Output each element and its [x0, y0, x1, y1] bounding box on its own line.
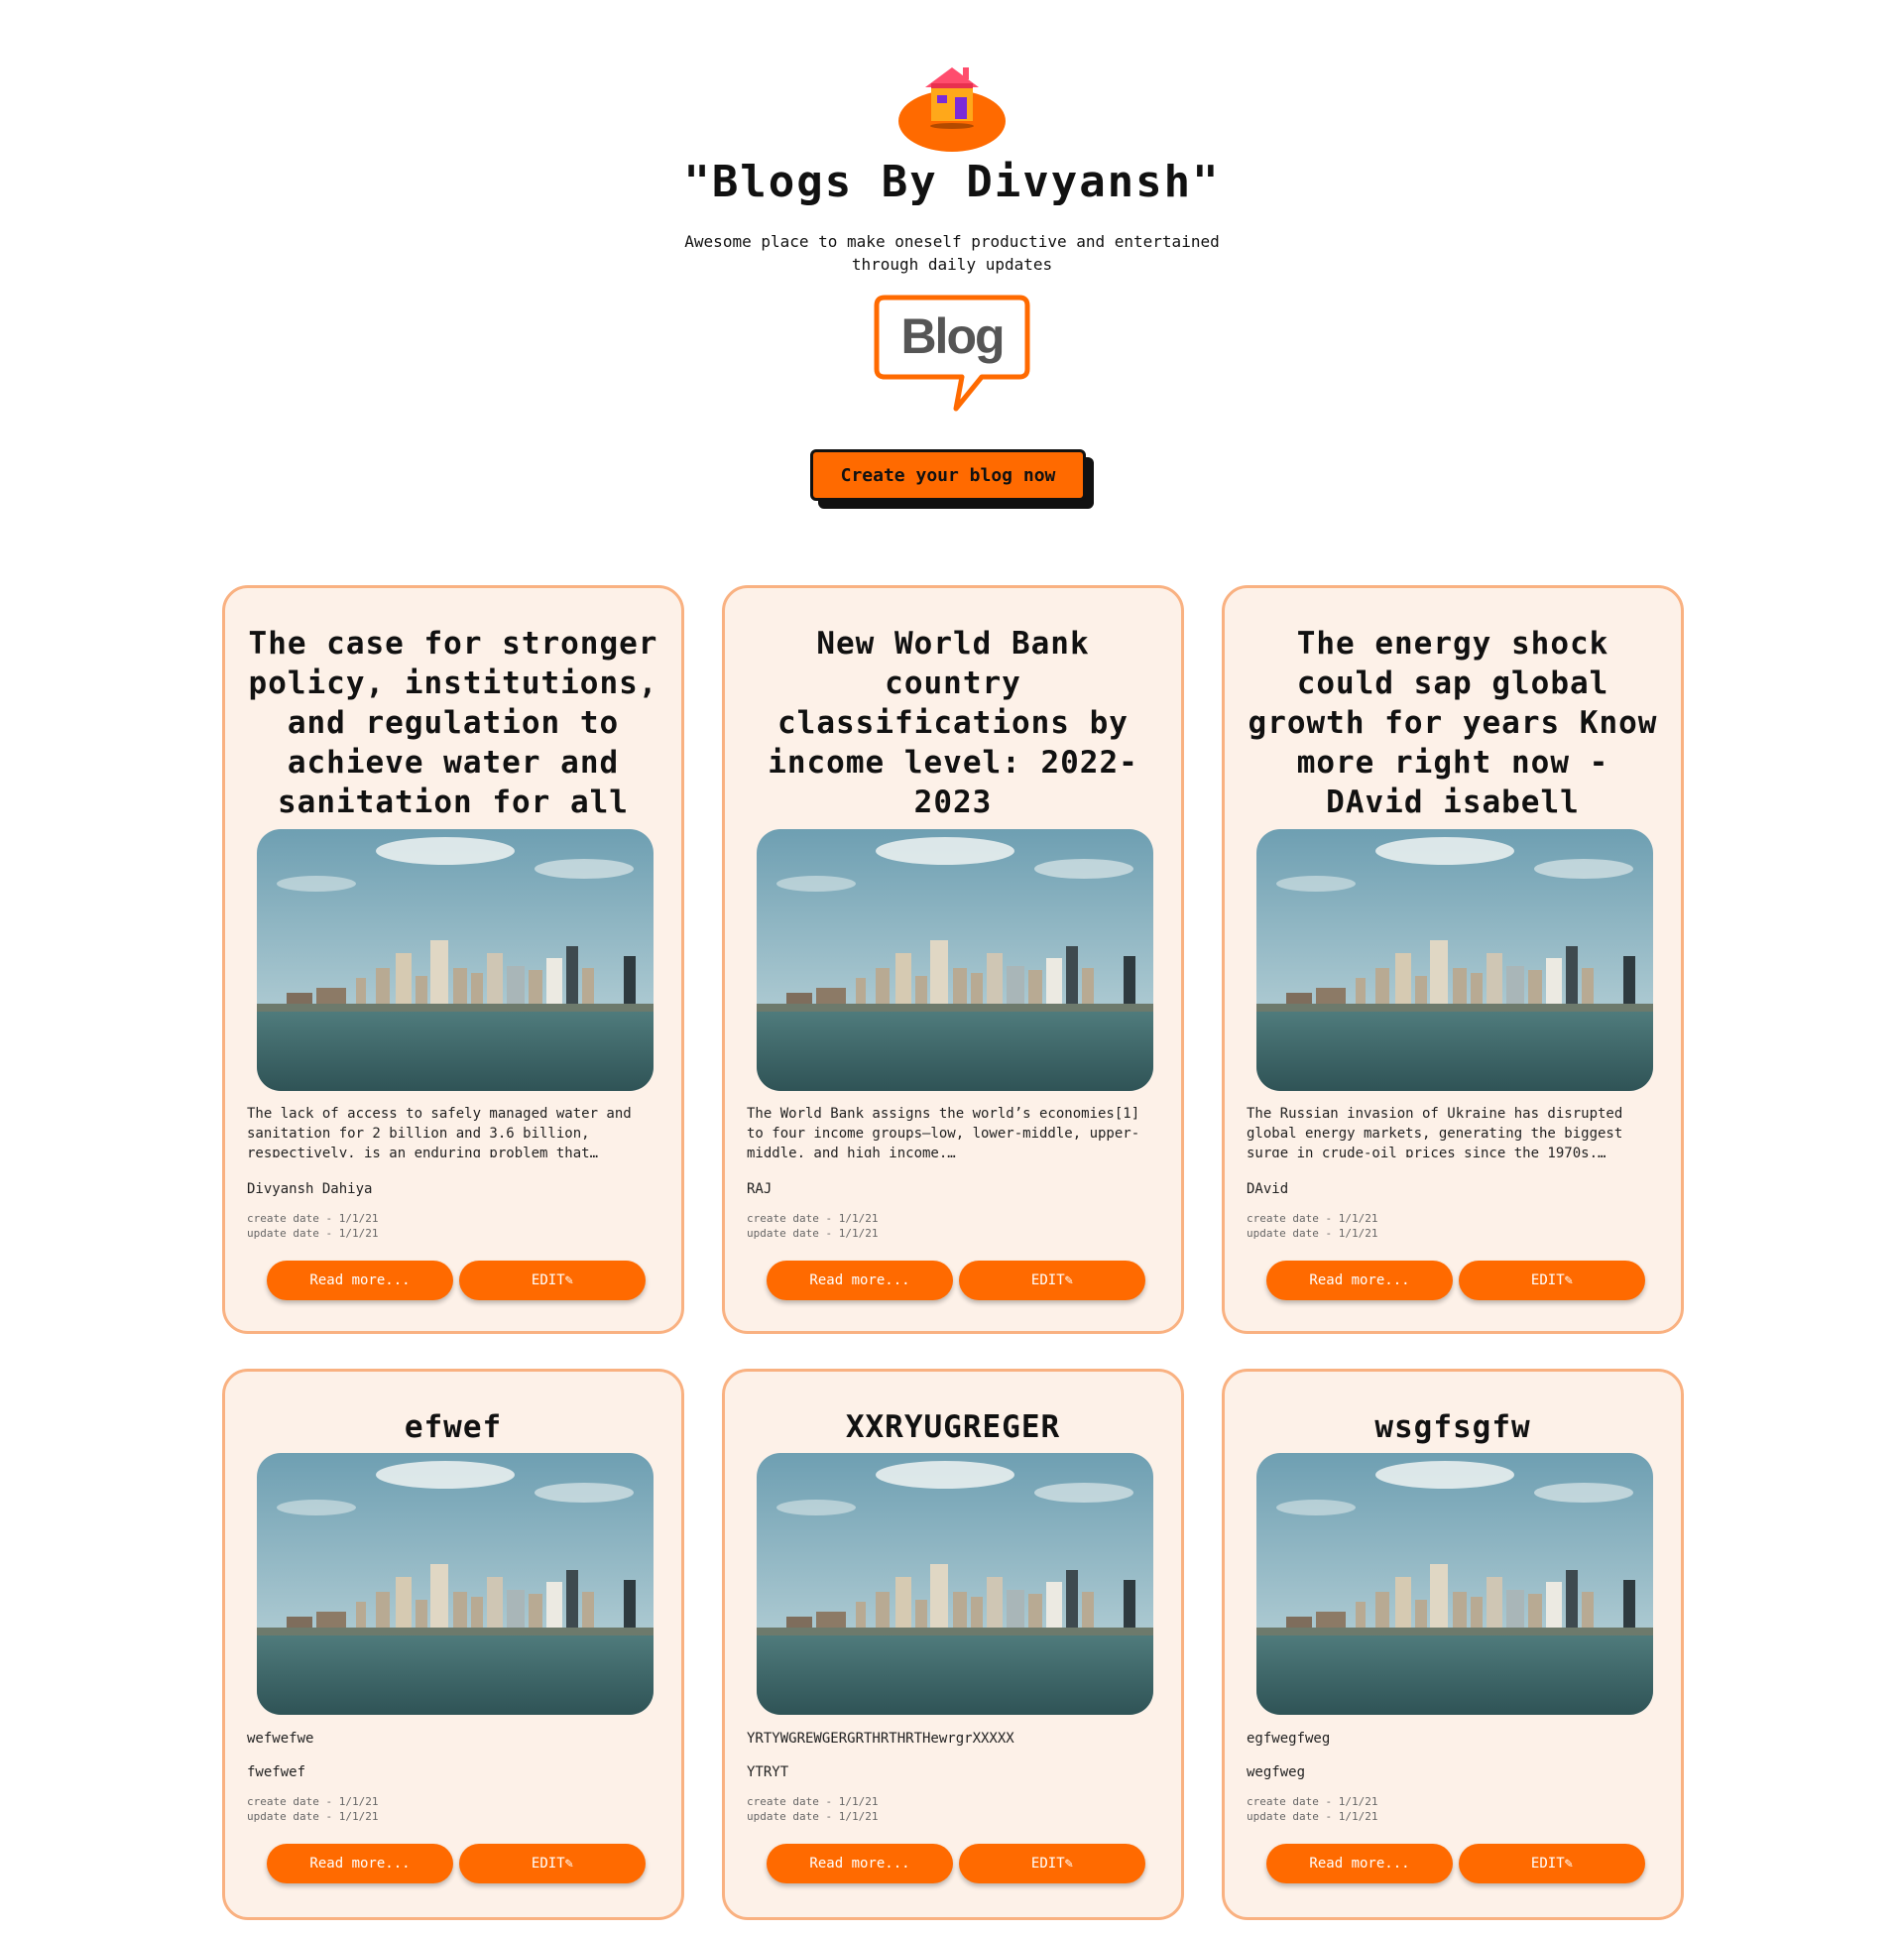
- create-blog-button[interactable]: Create your blog now: [810, 449, 1086, 501]
- create-date: create date - 1/1/21: [1247, 1212, 1378, 1225]
- card-image: [1256, 1453, 1653, 1715]
- card-author: Divyansh Dahiya: [247, 1181, 373, 1197]
- create-date: create date - 1/1/21: [247, 1795, 379, 1808]
- update-date: update date - 1/1/21: [1247, 1227, 1378, 1240]
- edit-button[interactable]: EDIT✎: [1459, 1844, 1645, 1883]
- read-more-button[interactable]: Read more...: [767, 1844, 953, 1883]
- card-dates: create date - 1/1/21 update date - 1/1/2…: [247, 1794, 378, 1824]
- create-date: create date - 1/1/21: [247, 1212, 379, 1225]
- blog-card: efwef wefwefwe fwefwef create date - 1/1…: [222, 1369, 684, 1920]
- card-title: New World Bank country classifications b…: [768, 626, 1138, 820]
- read-more-button[interactable]: Read more...: [1266, 1844, 1453, 1883]
- house-logo-icon: [898, 67, 1006, 152]
- card-title: efwef: [404, 1409, 503, 1445]
- blog-card: wsgfsgfw egfwegfweg wegfweg create date …: [1222, 1369, 1684, 1920]
- edit-button[interactable]: EDIT✎: [459, 1261, 646, 1300]
- update-date: update date - 1/1/21: [747, 1227, 879, 1240]
- create-blog-cta: Create your blog now: [810, 449, 1094, 509]
- card-dates: create date - 1/1/21 update date - 1/1/2…: [747, 1211, 878, 1241]
- blog-card: New World Bank country classifications b…: [722, 585, 1184, 1334]
- card-author: DAvid: [1247, 1181, 1289, 1197]
- edit-button[interactable]: EDIT✎: [959, 1261, 1145, 1300]
- site-title: "Blogs By Divyansh": [683, 157, 1221, 207]
- read-more-button[interactable]: Read more...: [1266, 1261, 1453, 1300]
- edit-button[interactable]: EDIT✎: [459, 1844, 646, 1883]
- card-author: fwefwef: [247, 1764, 306, 1780]
- edit-button[interactable]: EDIT✎: [959, 1844, 1145, 1883]
- create-date: create date - 1/1/21: [747, 1795, 879, 1808]
- card-description: The Russian invasion of Ukraine has disr…: [1247, 1106, 1623, 1157]
- card-title: wsgfsgfw: [1374, 1409, 1531, 1445]
- create-date: create date - 1/1/21: [1247, 1795, 1378, 1808]
- edit-button[interactable]: EDIT✎: [1459, 1261, 1645, 1300]
- update-date: update date - 1/1/21: [1247, 1810, 1378, 1823]
- card-title: The energy shock could sap global growth…: [1248, 626, 1658, 820]
- read-more-button[interactable]: Read more...: [767, 1261, 953, 1300]
- card-image: [757, 829, 1153, 1091]
- update-date: update date - 1/1/21: [247, 1810, 379, 1823]
- blog-card: XXRYUGREGER YRTYWGREWGERGRTHRTHRTHewrgrX…: [722, 1369, 1184, 1920]
- site-tagline: Awesome place to make oneself productive…: [684, 232, 1220, 274]
- blog-card: The case for stronger policy, institutio…: [222, 585, 684, 1334]
- read-more-button[interactable]: Read more...: [267, 1261, 453, 1300]
- card-dates: create date - 1/1/21 update date - 1/1/2…: [1247, 1794, 1377, 1824]
- update-date: update date - 1/1/21: [747, 1810, 879, 1823]
- card-image: [257, 829, 654, 1091]
- card-description: YRTYWGREWGERGRTHRTHRTHewrgrXXXXX: [747, 1731, 1014, 1747]
- card-author: YTRYT: [747, 1764, 789, 1780]
- card-dates: create date - 1/1/21 update date - 1/1/2…: [747, 1794, 878, 1824]
- create-date: create date - 1/1/21: [747, 1212, 879, 1225]
- card-dates: create date - 1/1/21 update date - 1/1/2…: [247, 1211, 378, 1241]
- card-title: The case for stronger policy, institutio…: [248, 626, 658, 820]
- update-date: update date - 1/1/21: [247, 1227, 379, 1240]
- card-title: XXRYUGREGER: [845, 1409, 1061, 1445]
- card-description: egfwegfweg: [1247, 1731, 1331, 1747]
- card-description: The lack of access to safely managed wat…: [247, 1106, 632, 1157]
- blog-speech-bubble-icon: Blog: [874, 295, 1030, 412]
- card-description: wefwefwe: [247, 1731, 314, 1747]
- blog-card: The energy shock could sap global growth…: [1222, 585, 1684, 1334]
- card-author: wegfweg: [1247, 1764, 1306, 1780]
- blog-badge-text: Blog: [900, 308, 1003, 364]
- card-description: The World Bank assigns the world’s econo…: [747, 1106, 1140, 1157]
- card-image: [757, 1453, 1153, 1715]
- card-author: RAJ: [747, 1181, 773, 1197]
- read-more-button[interactable]: Read more...: [267, 1844, 453, 1883]
- card-dates: create date - 1/1/21 update date - 1/1/2…: [1247, 1211, 1377, 1241]
- card-image: [1256, 829, 1653, 1091]
- card-image: [257, 1453, 654, 1715]
